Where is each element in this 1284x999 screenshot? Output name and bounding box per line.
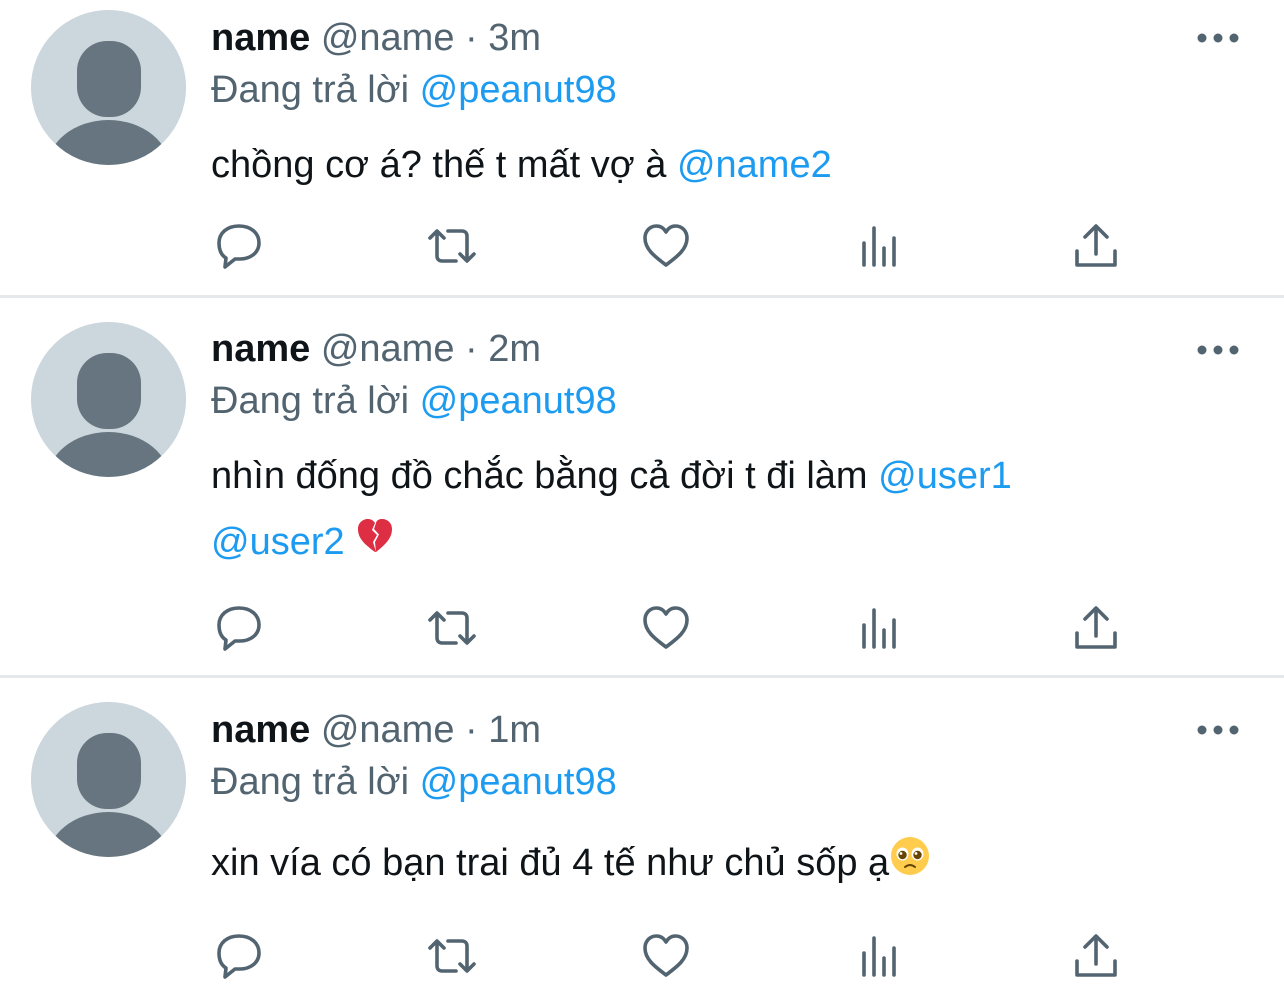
broken-heart-emoji <box>355 511 395 577</box>
separator-dot: · <box>465 328 478 370</box>
display-name[interactable]: name <box>211 328 310 370</box>
reply-button[interactable] <box>211 218 267 274</box>
like-button[interactable] <box>638 928 694 984</box>
more-icon <box>1197 33 1239 43</box>
avatar[interactable] <box>31 10 186 165</box>
analytics-button[interactable] <box>853 218 909 274</box>
retweet-icon <box>428 939 476 973</box>
replying-prefix: Đang trả lời <box>211 380 410 422</box>
user-handle[interactable]: @name <box>321 709 455 751</box>
timestamp[interactable]: 3m <box>488 17 541 59</box>
user-handle[interactable]: @name <box>321 328 455 370</box>
retweet-button[interactable] <box>424 928 480 984</box>
tweet-header: name @name · 2m <box>211 323 1244 375</box>
reply-icon <box>217 934 261 979</box>
reply-button[interactable] <box>211 600 267 656</box>
separator-dot: · <box>465 709 478 751</box>
pleading-face-emoji <box>889 832 931 898</box>
analytics-icon <box>862 936 896 977</box>
tweet[interactable]: name @name · 3m Đang trả lời @peanut98 c… <box>0 0 1284 295</box>
replying-to: Đang trả lời @peanut98 <box>211 64 1244 116</box>
tweet-body: chồng cơ á? thế t mất vợ à <box>211 144 667 186</box>
like-icon <box>643 934 689 977</box>
tweet-text: xin vía có bạn trai đủ 4 tế như chủ sốp … <box>211 830 1244 898</box>
share-button[interactable] <box>1068 218 1124 274</box>
like-button[interactable] <box>638 218 694 274</box>
retweet-button[interactable] <box>424 600 480 656</box>
timestamp[interactable]: 1m <box>488 709 541 751</box>
avatar[interactable] <box>31 702 186 857</box>
replying-to-mention[interactable]: @peanut98 <box>420 761 617 803</box>
timestamp[interactable]: 2m <box>488 328 541 370</box>
tweet-text: nhìn đống đồ chắc bằng cả đời t đi làm @… <box>211 443 1244 577</box>
reply-icon <box>217 224 261 269</box>
replying-to: Đang trả lời @peanut98 <box>211 375 1244 427</box>
retweet-button[interactable] <box>424 218 480 274</box>
replying-to-mention[interactable]: @peanut98 <box>420 69 617 111</box>
replying-to: Đang trả lời @peanut98 <box>211 756 1244 808</box>
user-handle[interactable]: @name <box>321 17 455 59</box>
analytics-button[interactable] <box>853 600 909 656</box>
tweet[interactable]: name @name · 1m Đang trả lời @peanut98 x… <box>0 678 1284 999</box>
display-name[interactable]: name <box>211 709 310 751</box>
reply-icon <box>217 606 261 651</box>
tweet-actions <box>211 600 1131 660</box>
tweet-body: nhìn đống đồ chắc bằng cả đời t đi làm <box>211 455 868 497</box>
tweet-actions <box>211 928 1131 988</box>
replying-to-mention[interactable]: @peanut98 <box>420 380 617 422</box>
mention-link[interactable]: @user2 <box>211 521 345 563</box>
replying-prefix: Đang trả lời <box>211 69 410 111</box>
share-icon <box>1075 934 1117 977</box>
retweet-icon <box>428 611 476 645</box>
retweet-icon <box>428 229 476 263</box>
more-icon <box>1197 725 1239 735</box>
share-button[interactable] <box>1068 928 1124 984</box>
analytics-icon <box>862 226 896 267</box>
tweet[interactable]: name @name · 2m Đang trả lời @peanut98 n… <box>0 298 1284 675</box>
analytics-button[interactable] <box>853 928 909 984</box>
mention-link[interactable]: @name2 <box>677 144 832 186</box>
share-button[interactable] <box>1068 600 1124 656</box>
more-icon <box>1197 345 1239 355</box>
more-options-button[interactable] <box>1196 340 1240 360</box>
like-button[interactable] <box>638 600 694 656</box>
tweet-header: name @name · 1m <box>211 704 1244 756</box>
like-icon <box>643 606 689 649</box>
replying-prefix: Đang trả lời <box>211 761 410 803</box>
mention-link[interactable]: @user1 <box>878 455 1012 497</box>
share-icon <box>1075 606 1117 649</box>
tweet-body: xin vía có bạn trai đủ 4 tế như chủ sốp … <box>211 842 890 884</box>
separator-dot: · <box>465 17 478 59</box>
tweet-header: name @name · 3m <box>211 12 1244 64</box>
share-icon <box>1075 224 1117 267</box>
analytics-icon <box>862 608 896 649</box>
tweet-feed: name @name · 3m Đang trả lời @peanut98 c… <box>0 0 1284 999</box>
display-name[interactable]: name <box>211 17 310 59</box>
tweet-actions <box>211 218 1131 278</box>
like-icon <box>643 224 689 267</box>
more-options-button[interactable] <box>1196 28 1240 48</box>
reply-button[interactable] <box>211 928 267 984</box>
avatar[interactable] <box>31 322 186 477</box>
tweet-text: chồng cơ á? thế t mất vợ à @name2 <box>211 132 1244 198</box>
more-options-button[interactable] <box>1196 720 1240 740</box>
